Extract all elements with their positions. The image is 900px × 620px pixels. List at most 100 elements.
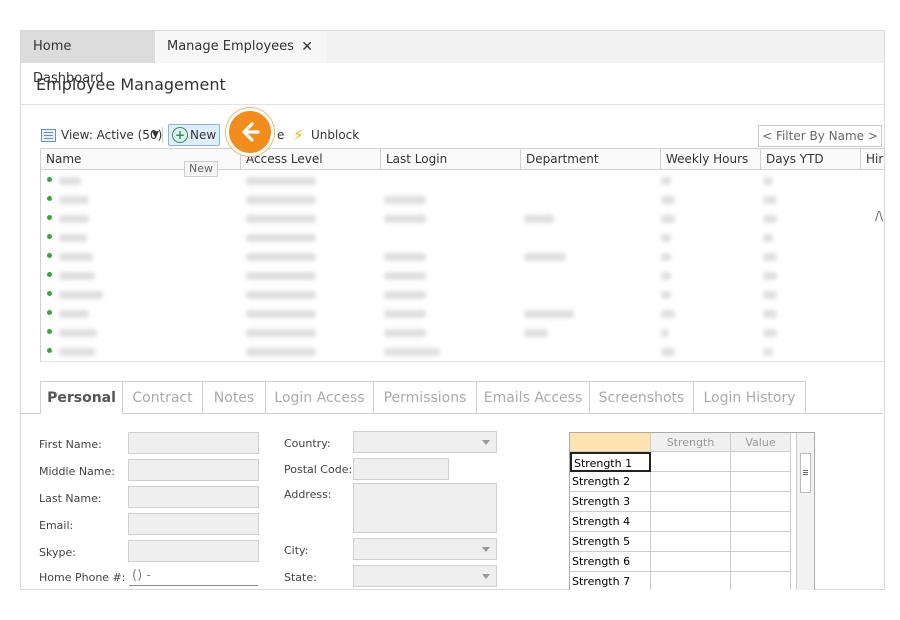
strength-row[interactable]: Strength 4 (570, 512, 791, 532)
filter-by-name-input[interactable]: < Filter By Name > (758, 125, 882, 147)
email-field[interactable] (128, 513, 259, 535)
email-label: Email: (39, 519, 74, 532)
redacted-cell (661, 348, 675, 356)
tab-personal[interactable]: Personal (40, 381, 123, 414)
strength-row-label[interactable]: Strength 3 (570, 492, 651, 512)
redacted-cell (246, 177, 316, 185)
redacted-cell (763, 291, 777, 299)
chevron-down-icon: ▼ (152, 130, 159, 140)
value-cell[interactable] (731, 472, 791, 492)
table-row[interactable] (41, 247, 884, 266)
status-dot-icon (47, 177, 52, 182)
top-tab-bar: Home Dashboard Manage Employees ✕ (21, 31, 884, 86)
country-select[interactable] (353, 431, 497, 453)
middle-name-field[interactable] (128, 459, 259, 481)
redacted-cell (661, 234, 671, 242)
table-row[interactable] (41, 228, 884, 247)
home-phone-field[interactable]: () - (129, 566, 258, 586)
strength-row-label[interactable]: Strength 5 (570, 532, 651, 552)
redacted-cell (246, 234, 316, 242)
postal-code-field[interactable] (353, 458, 449, 480)
state-select[interactable] (353, 565, 497, 587)
redacted-cell (246, 272, 316, 280)
strength-row-label[interactable]: Strength 6 (570, 552, 651, 572)
value-cell[interactable] (731, 532, 791, 552)
skype-field[interactable] (128, 540, 259, 562)
close-icon[interactable]: ✕ (301, 31, 313, 63)
strength-grid-scrollbar[interactable] (796, 433, 814, 593)
strength-cell[interactable] (651, 512, 731, 532)
tab-contract[interactable]: Contract (122, 381, 203, 413)
strength-cell[interactable] (651, 452, 731, 472)
redacted-cell (246, 291, 316, 299)
column-header-hire[interactable]: Hir (861, 149, 884, 169)
archive-button[interactable]: e (277, 125, 287, 145)
value-cell[interactable] (731, 452, 791, 472)
redacted-cell (59, 272, 95, 280)
last-name-field[interactable] (128, 486, 259, 508)
strength-row-label[interactable]: Strength 2 (570, 472, 651, 492)
value-column-header[interactable]: Value (731, 433, 791, 452)
scrollbar-thumb[interactable] (800, 453, 811, 493)
redacted-cell (661, 310, 675, 318)
strength-row[interactable]: Strength 7 (570, 572, 791, 592)
table-row[interactable] (41, 285, 884, 304)
value-cell[interactable] (731, 572, 791, 592)
redacted-cell (524, 310, 574, 318)
grid-corner-cell (570, 433, 651, 452)
redacted-cell (524, 253, 566, 261)
table-row[interactable] (41, 266, 884, 285)
view-dropdown[interactable]: View: Active (50) ▼ (41, 125, 163, 145)
strength-cell[interactable] (651, 532, 731, 552)
address-field[interactable] (353, 483, 497, 533)
value-cell[interactable] (731, 552, 791, 572)
strength-cell[interactable] (651, 492, 731, 512)
strength-cell[interactable] (651, 552, 731, 572)
value-cell[interactable] (731, 492, 791, 512)
plus-icon: + (172, 127, 188, 143)
strength-cell[interactable] (651, 472, 731, 492)
strength-column-header[interactable]: Strength (651, 433, 731, 452)
redacted-cell (384, 329, 426, 337)
strength-row[interactable]: Strength 5 (570, 532, 791, 552)
city-select[interactable] (353, 538, 497, 560)
table-row[interactable] (41, 190, 884, 209)
column-header-days-ytd[interactable]: Days YTD (761, 149, 861, 169)
tab-screenshots[interactable]: Screenshots (589, 381, 694, 413)
redacted-cell (763, 272, 777, 280)
tab-notes[interactable]: Notes (202, 381, 266, 413)
column-header-last-login[interactable]: Last Login (381, 149, 521, 169)
redacted-cell (59, 291, 103, 299)
new-button[interactable]: + New (168, 124, 220, 146)
strength-row[interactable]: Strength 3 (570, 492, 791, 512)
tab-login-history[interactable]: Login History (693, 381, 806, 413)
column-header-department[interactable]: Department (521, 149, 661, 169)
redacted-cell (246, 348, 316, 356)
tab-home-dashboard[interactable]: Home Dashboard (21, 31, 155, 86)
tab-manage-employees[interactable]: Manage Employees ✕ (155, 31, 327, 63)
tab-permissions[interactable]: Permissions (373, 381, 477, 413)
strength-cell[interactable] (651, 572, 731, 592)
tab-login-access[interactable]: Login Access (265, 381, 374, 413)
new-tooltip: New (184, 161, 218, 177)
tab-emails-access[interactable]: Emails Access (476, 381, 590, 413)
column-header-weekly-hours[interactable]: Weekly Hours (661, 149, 761, 169)
strength-row[interactable]: Strength 2 (570, 472, 791, 492)
table-row[interactable] (41, 323, 884, 342)
view-label: View: Active (50) (61, 128, 163, 142)
strength-row-label[interactable]: Strength 1 (570, 452, 651, 472)
strength-row-label[interactable]: Strength 4 (570, 512, 651, 532)
strength-row-label[interactable]: Strength 7 (570, 572, 651, 592)
strength-row[interactable]: Strength 6 (570, 552, 791, 572)
table-row[interactable] (41, 342, 884, 361)
value-cell[interactable] (731, 512, 791, 532)
table-row[interactable]: /\ (41, 209, 884, 228)
table-row[interactable] (41, 171, 884, 190)
unblock-button[interactable]: ⚡ Unblock (293, 125, 369, 145)
table-row[interactable] (41, 304, 884, 323)
strength-row[interactable]: Strength 1 (570, 452, 791, 472)
first-name-field[interactable] (128, 432, 259, 454)
status-dot-icon (47, 215, 52, 220)
redacted-cell (384, 253, 426, 261)
divider (21, 104, 884, 105)
